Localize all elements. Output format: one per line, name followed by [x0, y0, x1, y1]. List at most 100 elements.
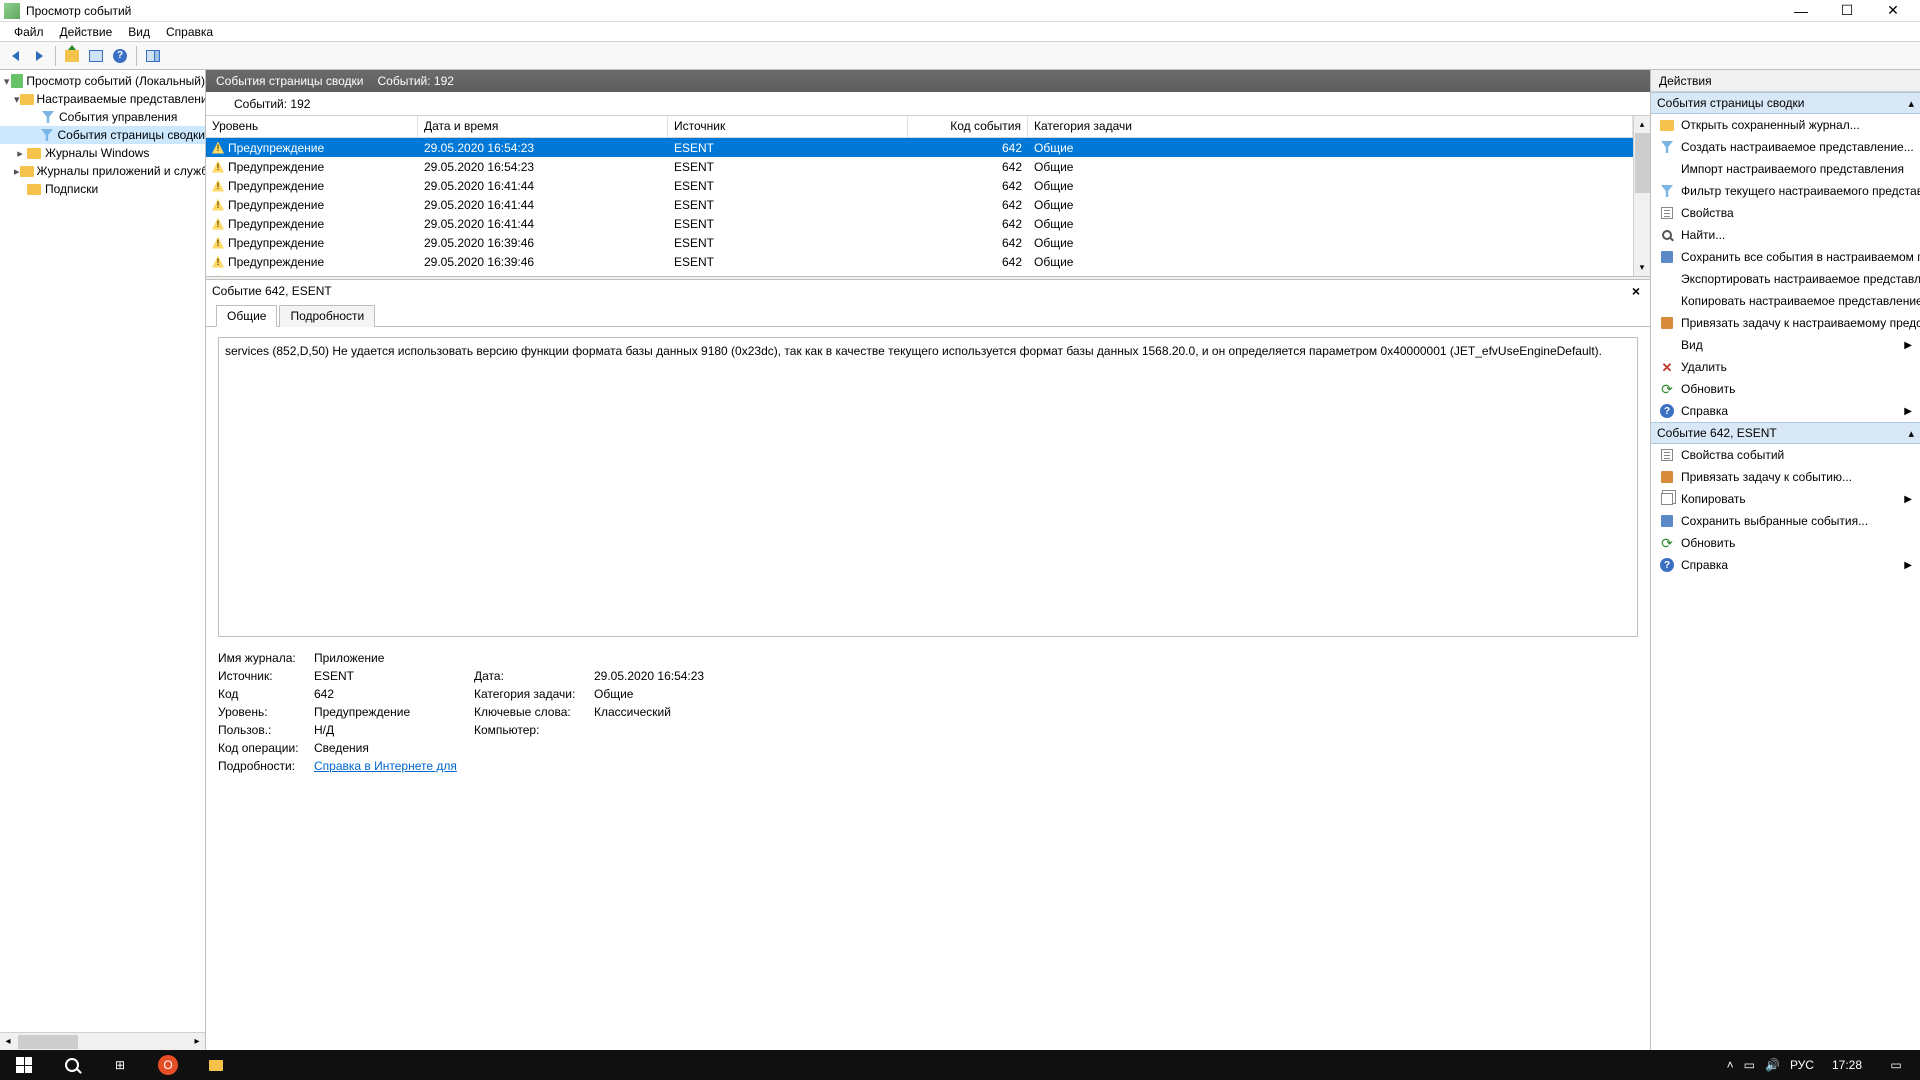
list-row[interactable]: Предупреждение29.05.2020 16:41:44ESENT64… [206, 214, 1633, 233]
action-copy-view[interactable]: Копировать настраиваемое представление..… [1651, 290, 1920, 312]
maximize-button[interactable]: ☐ [1824, 0, 1870, 22]
tree-hscrollbar[interactable]: ◂▸ [0, 1032, 205, 1050]
action-label: Привязать задачу к событию... [1681, 470, 1852, 484]
warning-icon [212, 237, 224, 249]
menu-help[interactable]: Справка [158, 23, 221, 41]
toolbar-separator [136, 46, 137, 66]
toolbar-back[interactable] [4, 45, 26, 67]
actions-section-2[interactable]: Событие 642, ESENT▴ [1651, 422, 1920, 444]
action-help-2[interactable]: ?Справка▶ [1651, 554, 1920, 576]
action-copy[interactable]: Копировать▶ [1651, 488, 1920, 510]
taskbar-notifications[interactable]: ▭ [1872, 1050, 1920, 1080]
tree-summary-events[interactable]: События страницы сводки [0, 126, 205, 144]
action-view[interactable]: Вид▶ [1651, 334, 1920, 356]
action-create-custom-view[interactable]: Создать настраиваемое представление... [1651, 136, 1920, 158]
action-label: Фильтр текущего настраиваемого представл… [1681, 184, 1920, 198]
col-source[interactable]: Источник [668, 116, 908, 137]
minimize-button[interactable]: — [1778, 0, 1824, 22]
actions-section-2-label: Событие 642, ESENT [1657, 426, 1777, 440]
toolbar-pane-2[interactable] [142, 45, 164, 67]
label-level: Уровень: [218, 705, 314, 719]
action-attach-task-view[interactable]: Привязать задачу к настраиваемому предст… [1651, 312, 1920, 334]
list-row[interactable]: Предупреждение29.05.2020 16:39:46ESENT64… [206, 233, 1633, 252]
taskbar-tray[interactable]: ˄ ▭ 🔊 РУС [1719, 1058, 1822, 1072]
tab-general[interactable]: Общие [216, 305, 277, 327]
col-code[interactable]: Код события [908, 116, 1028, 137]
save-icon [1661, 515, 1673, 527]
tree-root[interactable]: ▾Просмотр событий (Локальный) [0, 72, 205, 90]
cell-level: Предупреждение [228, 198, 324, 212]
toolbar-help[interactable]: ? [109, 45, 131, 67]
taskbar-search[interactable] [48, 1050, 96, 1080]
close-button[interactable]: ✕ [1870, 0, 1916, 22]
list-row[interactable]: Предупреждение29.05.2020 16:39:43ESENT64… [206, 271, 1633, 276]
cell-level: Предупреждение [228, 160, 324, 174]
folder-icon [27, 184, 41, 195]
tree-custom-views[interactable]: ▾Настраиваемые представления [0, 90, 205, 108]
list-row[interactable]: Предупреждение29.05.2020 16:39:46ESENT64… [206, 252, 1633, 271]
value-source: ESENT [314, 669, 474, 683]
taskbar-start[interactable] [0, 1050, 48, 1080]
list-row[interactable]: Предупреждение29.05.2020 16:54:23ESENT64… [206, 138, 1633, 157]
toolbar-up[interactable] [61, 45, 83, 67]
tray-volume-icon[interactable]: 🔊 [1765, 1058, 1780, 1072]
book-icon [11, 74, 23, 88]
action-event-properties[interactable]: Свойства событий [1651, 444, 1920, 466]
detail-message: services (852,D,50) Не удается использов… [218, 337, 1638, 637]
action-delete[interactable]: ✕Удалить [1651, 356, 1920, 378]
taskbar-clock[interactable]: 17:28 [1822, 1058, 1872, 1072]
action-refresh-1[interactable]: ⟳Обновить [1651, 378, 1920, 400]
action-import-custom-view[interactable]: Импорт настраиваемого представления [1651, 158, 1920, 180]
tab-details[interactable]: Подробности [279, 305, 375, 327]
detail-close-button[interactable]: × [1628, 283, 1644, 299]
action-open-saved-log[interactable]: Открыть сохраненный журнал... [1651, 114, 1920, 136]
list-row[interactable]: Предупреждение29.05.2020 16:54:23ESENT64… [206, 157, 1633, 176]
warning-icon [212, 218, 224, 230]
tree-app-service-logs[interactable]: ▸Журналы приложений и служб [0, 162, 205, 180]
action-refresh-2[interactable]: ⟳Обновить [1651, 532, 1920, 554]
list-row[interactable]: Предупреждение29.05.2020 16:41:44ESENT64… [206, 195, 1633, 214]
action-properties[interactable]: Свойства [1651, 202, 1920, 224]
list-row[interactable]: Предупреждение29.05.2020 16:41:44ESENT64… [206, 176, 1633, 195]
cell-datetime: 29.05.2020 16:39:46 [418, 236, 668, 250]
filter-row: Событий: 192 [206, 92, 1650, 116]
toolbar-pane-1[interactable] [85, 45, 107, 67]
action-attach-task-event[interactable]: Привязать задачу к событию... [1651, 466, 1920, 488]
list-vscrollbar[interactable]: ▴▾ [1633, 116, 1650, 276]
tree-windows-logs[interactable]: ▸Журналы Windows [0, 144, 205, 162]
funnel-icon [1661, 185, 1673, 197]
taskbar-app-2[interactable] [192, 1050, 240, 1080]
taskbar-taskview[interactable]: ⊞ [96, 1050, 144, 1080]
tray-chevron-icon[interactable]: ˄ [1727, 1058, 1734, 1072]
folder-icon [1660, 120, 1674, 131]
action-export[interactable]: Экспортировать настраиваемое представлен… [1651, 268, 1920, 290]
tree-admin-events[interactable]: События управления [0, 108, 205, 126]
menu-view[interactable]: Вид [120, 23, 158, 41]
col-datetime[interactable]: Дата и время [418, 116, 668, 137]
pane-icon [89, 50, 103, 62]
cell-category: Общие [1028, 274, 1633, 277]
action-help-1[interactable]: ?Справка▶ [1651, 400, 1920, 422]
actions-section-1[interactable]: События страницы сводки▴ [1651, 92, 1920, 114]
cell-source: ESENT [668, 236, 908, 250]
menu-action[interactable]: Действие [52, 23, 121, 41]
action-find[interactable]: Найти... [1651, 224, 1920, 246]
cell-datetime: 29.05.2020 16:41:44 [418, 198, 668, 212]
col-category[interactable]: Категория задачи [1028, 116, 1633, 137]
tray-network-icon[interactable]: ▭ [1744, 1058, 1755, 1072]
tray-lang[interactable]: РУС [1790, 1058, 1814, 1072]
action-save-selected[interactable]: Сохранить выбранные события... [1651, 510, 1920, 532]
toolbar-forward[interactable] [28, 45, 50, 67]
action-save-all[interactable]: Сохранить все события в настраиваемом пр… [1651, 246, 1920, 268]
col-level[interactable]: Уровень [206, 116, 418, 137]
taskbar-app-1[interactable]: O [158, 1055, 178, 1075]
link-online-help[interactable]: Справка в Интернете для [314, 759, 457, 773]
folder-icon [27, 148, 41, 159]
tree-subscriptions[interactable]: Подписки [0, 180, 205, 198]
value-keywords: Классический [594, 705, 1638, 719]
filter-count: Событий: 192 [234, 97, 310, 111]
action-filter-current[interactable]: Фильтр текущего настраиваемого представл… [1651, 180, 1920, 202]
menu-file[interactable]: Файл [6, 23, 52, 41]
cell-level: Предупреждение [228, 141, 324, 155]
cell-level: Предупреждение [228, 179, 324, 193]
